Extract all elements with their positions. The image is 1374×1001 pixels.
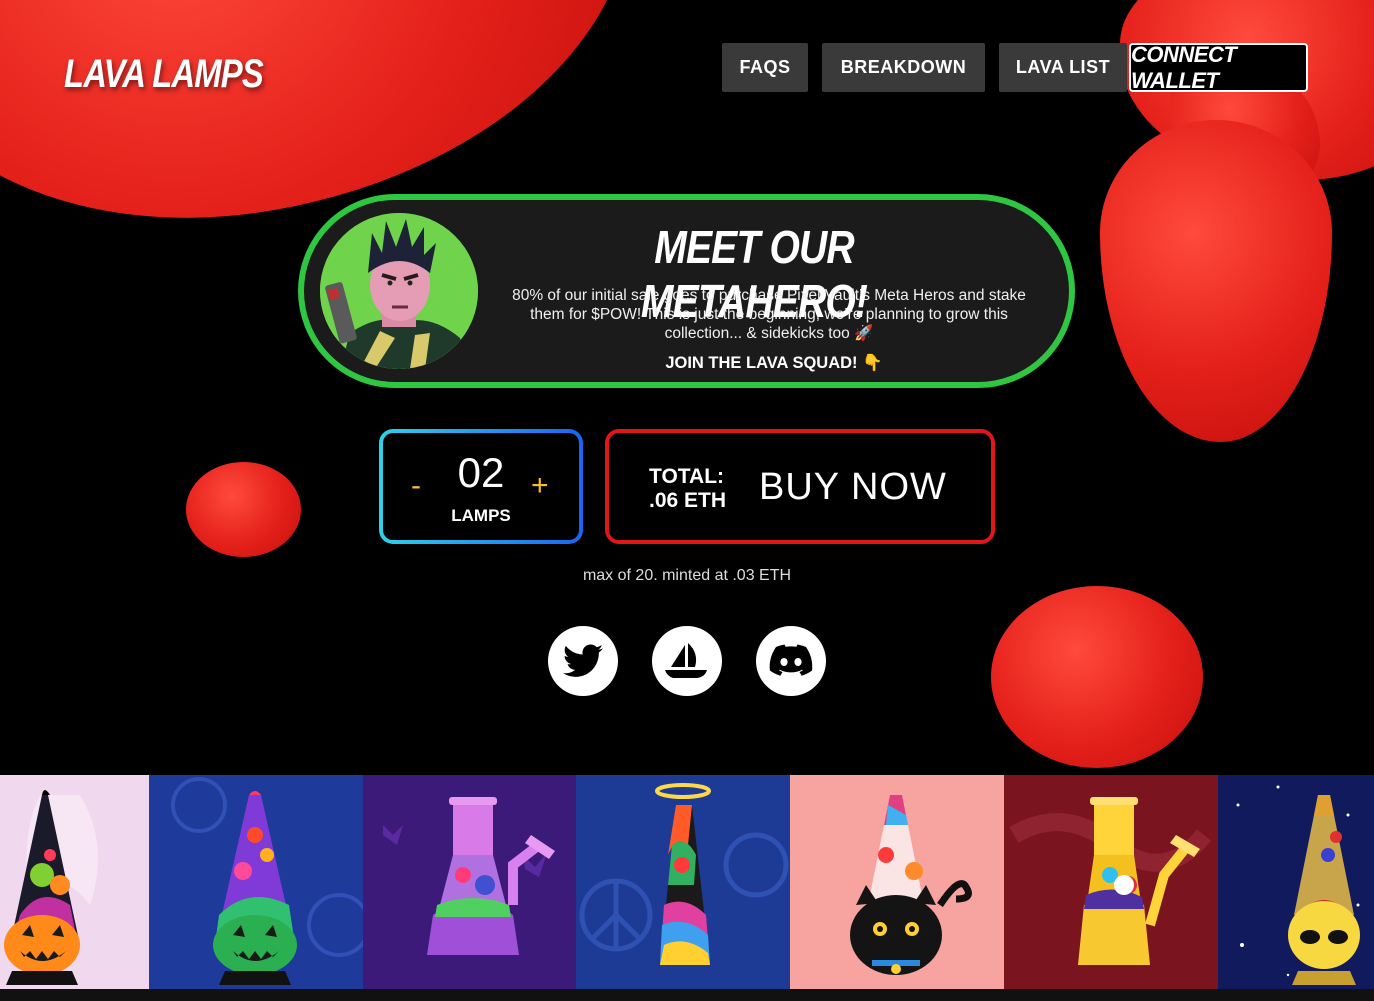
quantity-unit-label: LAMPS — [451, 506, 511, 525]
connect-wallet-button[interactable]: CONNECT WALLET — [1129, 42, 1308, 93]
discord-icon — [769, 644, 813, 676]
quantity-value: 02 — [457, 449, 505, 496]
opensea-icon — [665, 643, 707, 678]
gallery-tile-alien-space-lamp[interactable] — [1218, 775, 1374, 989]
twitter-icon — [563, 644, 603, 677]
hero-description: 80% of our initial sale goes to purchase… — [512, 287, 1026, 342]
total-price: TOTAL: .06 ETH — [649, 465, 726, 513]
total-label: TOTAL: — [649, 465, 725, 488]
gallery-bottom-border — [0, 989, 1374, 1001]
discord-button[interactable] — [756, 626, 826, 696]
gallery-tile-black-cat-lamp[interactable] — [790, 775, 1004, 989]
lava-blob-small — [186, 462, 301, 557]
gallery-tile-halloween-lamp[interactable] — [0, 775, 149, 989]
buy-now-button[interactable]: TOTAL: .06 ETH BUY NOW — [605, 429, 995, 544]
total-value: .06 ETH — [649, 489, 727, 512]
hero-cta: JOIN THE LAVA SQUAD! 👇 — [665, 354, 883, 372]
increment-button[interactable]: + — [531, 469, 549, 503]
gallery-tile-gold-bong-lamp[interactable] — [1004, 775, 1218, 989]
lava-blob-right-drip — [1100, 120, 1332, 442]
gallery-tile-yin-yang-lamp[interactable] — [149, 775, 363, 989]
twitter-button[interactable] — [548, 626, 618, 696]
nav-lava-list-button[interactable]: LAVA LIST — [999, 43, 1127, 92]
site-logo[interactable]: LAVA LAMPS — [64, 52, 264, 97]
mint-note: max of 20. minted at .03 ETH — [582, 567, 792, 584]
social-links — [548, 626, 826, 696]
gallery-tile-purple-bong-lamp[interactable] — [363, 775, 576, 989]
metahero-avatar — [320, 213, 478, 369]
metahero-card: MEET OUR METAHERO! 80% of our initial sa… — [298, 194, 1075, 388]
buy-now-label: BUY NOW — [759, 466, 947, 508]
opensea-button[interactable] — [652, 626, 722, 696]
nav-faqs-button[interactable]: FAQS — [722, 43, 808, 92]
lava-blob-large — [991, 586, 1203, 768]
quantity-selector: - 02 + LAMPS — [379, 429, 583, 544]
nav-breakdown-button[interactable]: BREAKDOWN — [822, 43, 985, 92]
lamp-gallery — [0, 775, 1374, 989]
gallery-tile-halo-peace-lamp[interactable] — [576, 775, 790, 989]
top-nav: FAQS BREAKDOWN LAVA LIST — [722, 43, 1127, 92]
